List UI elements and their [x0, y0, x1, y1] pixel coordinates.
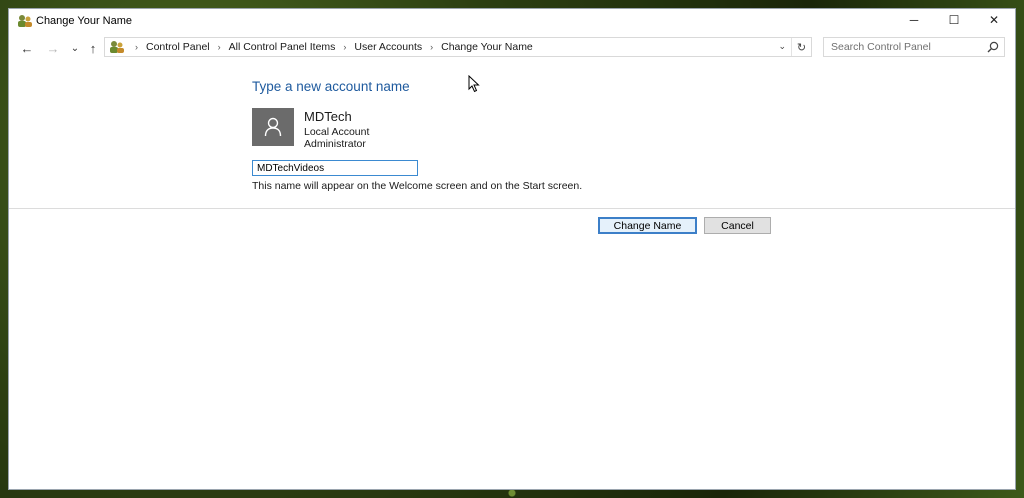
search-placeholder: Search Control Panel [831, 41, 931, 53]
search-box[interactable]: Search Control Panel [823, 37, 1005, 57]
account-name: MDTech [304, 109, 352, 124]
forward-arrow-icon: → [46, 40, 60, 56]
close-button[interactable]: ✕ [974, 9, 1014, 31]
account-role: Administrator [304, 138, 366, 150]
forward-button[interactable]: → [45, 40, 61, 56]
name-hint-text: This name will appear on the Welcome scr… [252, 180, 583, 192]
navigation-bar: ← → ⌄ ↑ › Control Panel › All Control Pa… [9, 37, 1015, 59]
address-dropdown-icon[interactable]: ⌄ [778, 41, 786, 52]
mouse-pointer-icon [468, 75, 480, 93]
minimize-icon: ─ [909, 13, 919, 27]
breadcrumb-separator: › [135, 42, 138, 52]
search-icon[interactable] [987, 41, 999, 53]
change-name-window: Change Your Name ─ ☐ ✕ ← → ⌄ ↑ › Control… [8, 8, 1016, 490]
cancel-button[interactable]: Cancel [704, 217, 771, 234]
refresh-button[interactable]: ↻ [791, 38, 811, 56]
control-panel-users-icon [110, 41, 124, 53]
close-icon: ✕ [988, 13, 1000, 27]
breadcrumb-separator: › [217, 42, 221, 52]
window-title: Change Your Name [36, 15, 133, 27]
back-button[interactable]: ← [19, 40, 35, 56]
user-avatar [252, 108, 294, 146]
breadcrumb: › Control Panel › All Control Panel Item… [127, 41, 533, 53]
page-title: Type a new account name [252, 79, 410, 94]
recent-locations-button[interactable]: ⌄ [67, 40, 83, 56]
breadcrumb-user-accounts[interactable]: User Accounts [354, 41, 422, 53]
user-silhouette-icon [264, 117, 282, 137]
address-bar[interactable]: › Control Panel › All Control Panel Item… [104, 37, 812, 57]
maximize-button[interactable]: ☐ [934, 9, 974, 31]
breadcrumb-all-items[interactable]: All Control Panel Items [229, 41, 336, 53]
breadcrumb-separator: › [343, 42, 347, 52]
minimize-button[interactable]: ─ [894, 9, 934, 31]
breadcrumb-control-panel[interactable]: Control Panel [146, 41, 210, 53]
refresh-icon: ↻ [796, 41, 807, 54]
breadcrumb-separator: › [430, 42, 434, 52]
back-arrow-icon: ← [20, 40, 34, 56]
breadcrumb-change-your-name[interactable]: Change Your Name [441, 41, 533, 53]
chevron-down-icon: ⌄ [70, 42, 80, 54]
control-panel-users-icon [18, 15, 32, 27]
account-type: Local Account [304, 126, 370, 138]
up-arrow-icon: ↑ [89, 40, 97, 56]
new-name-input[interactable] [252, 160, 418, 176]
change-name-button[interactable]: Change Name [598, 217, 697, 234]
divider [9, 208, 1015, 209]
maximize-icon: ☐ [948, 13, 960, 27]
title-bar[interactable]: Change Your Name ─ ☐ ✕ [9, 9, 1015, 33]
up-button[interactable]: ↑ [85, 40, 101, 56]
